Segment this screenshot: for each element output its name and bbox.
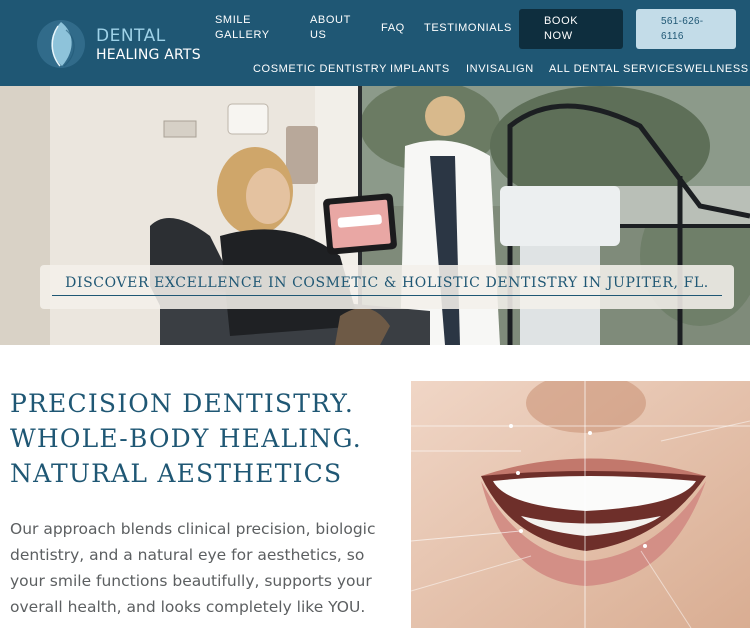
headline-line-1: PRECISION DENTISTRY. — [10, 389, 355, 418]
phone-line2: 6116 — [661, 31, 684, 42]
hero-section: DISCOVER EXCELLENCE IN COSMETIC & HOLIST… — [0, 86, 750, 345]
logo-text-dental: DENTAL — [96, 26, 166, 46]
hero-banner-underline — [52, 295, 722, 296]
site-header: DENTAL HEALING ARTS SMILE GALLERY ABOUT … — [0, 0, 750, 86]
nav-about-us-line1: ABOUT — [310, 14, 351, 26]
nav-about-us-line2: US — [310, 29, 327, 41]
smile-photo-graphic — [411, 381, 750, 628]
nav-about-us[interactable]: ABOUT US — [310, 13, 351, 43]
book-now-line2: NOW — [544, 30, 573, 42]
nav-implants[interactable]: IMPLANTS — [390, 63, 450, 75]
book-now-line1: BOOK — [544, 15, 579, 27]
leaf-drop-icon — [37, 20, 85, 68]
nav-smile-gallery-line1: SMILE — [215, 14, 252, 26]
nav-smile-gallery-line2: GALLERY — [215, 29, 270, 41]
book-now-button[interactable]: BOOK NOW — [519, 9, 623, 49]
nav-smile-gallery[interactable]: SMILE GALLERY — [215, 13, 270, 43]
nav-testimonials[interactable]: TESTIMONIALS — [424, 21, 512, 36]
hero-banner: DISCOVER EXCELLENCE IN COSMETIC & HOLIST… — [40, 265, 734, 309]
intro-body-text: Our approach blends clinical precision, … — [10, 520, 376, 616]
hero-banner-text: DISCOVER EXCELLENCE IN COSMETIC & HOLIST… — [65, 275, 709, 291]
smile-photo — [411, 381, 750, 628]
logo[interactable]: DENTAL HEALING ARTS — [36, 16, 216, 72]
phone-line1: 561-626- — [661, 16, 704, 27]
nav-all-dental-services[interactable]: ALL DENTAL SERVICES — [549, 63, 683, 75]
nav-wellness[interactable]: WELLNESS — [684, 63, 749, 75]
headline-line-3: NATURAL AESTHETICS — [10, 459, 343, 488]
phone-button[interactable]: 561-626- 6116 — [636, 9, 736, 49]
nav-faq[interactable]: FAQ — [381, 21, 405, 36]
headline-line-2: WHOLE-BODY HEALING. — [10, 424, 362, 453]
logo-text-healing-arts: HEALING ARTS — [96, 47, 201, 63]
nav-cosmetic-dentistry[interactable]: COSMETIC DENTISTRY — [253, 63, 387, 75]
nav-invisalign[interactable]: INVISALIGN — [466, 63, 534, 75]
